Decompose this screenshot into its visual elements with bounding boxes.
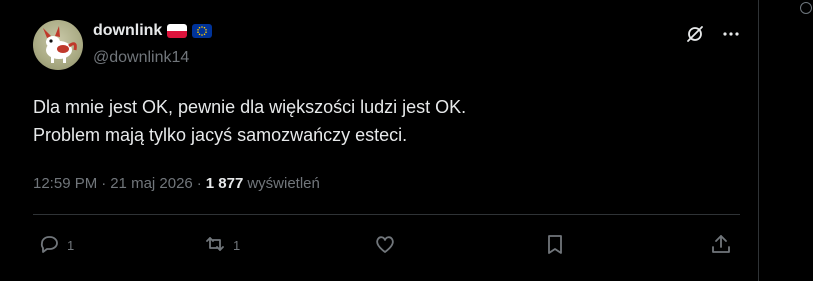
reply-button[interactable]: 1 [37,232,74,259]
post-text: Dla mnie jest OK, pewnie dla większości … [33,93,733,149]
top-actions [684,23,742,45]
bookmark-icon [543,232,567,259]
post-text-line: Dla mnie jest OK, pewnie dla większości … [33,97,467,117]
poland-flag-icon [167,24,188,38]
meta-separator: · [101,175,107,192]
post-text-line: Problem mają tylko jacyś samozwańczy est… [33,125,408,145]
post-time[interactable]: 12:59 PM [33,175,97,192]
repost-count: 1 [233,238,241,253]
grok-icon[interactable] [684,23,706,45]
post: downlink @downlink14 Dla mnie jest OK, p… [0,0,759,281]
panel-indicator-icon [800,2,812,14]
like-button[interactable] [373,232,397,259]
divider [33,214,740,215]
repost-icon [203,232,227,259]
post-meta: 12:59 PM · 21 maj 2026 · 1 877 wyświetle… [33,175,320,192]
author-row: downlink [93,22,213,40]
more-icon[interactable] [720,23,742,45]
meta-separator: · [196,175,202,192]
right-panel [760,0,813,281]
avatar[interactable] [33,20,83,70]
action-bar: 1 1 [33,232,740,258]
repost-button[interactable]: 1 [203,232,240,259]
reply-icon [37,232,61,259]
eu-flag-icon [192,24,213,38]
post-date[interactable]: 21 maj 2026 [110,175,193,192]
reply-count: 1 [67,238,75,253]
heart-icon [373,232,397,259]
author-handle[interactable]: @downlink14 [93,49,189,67]
bookmark-button[interactable] [543,232,567,259]
author-name[interactable]: downlink [93,22,162,40]
share-icon [709,232,733,259]
share-button[interactable] [709,232,733,259]
views-label: wyświetleń [247,175,320,192]
views-count[interactable]: 1 877 [206,175,244,192]
